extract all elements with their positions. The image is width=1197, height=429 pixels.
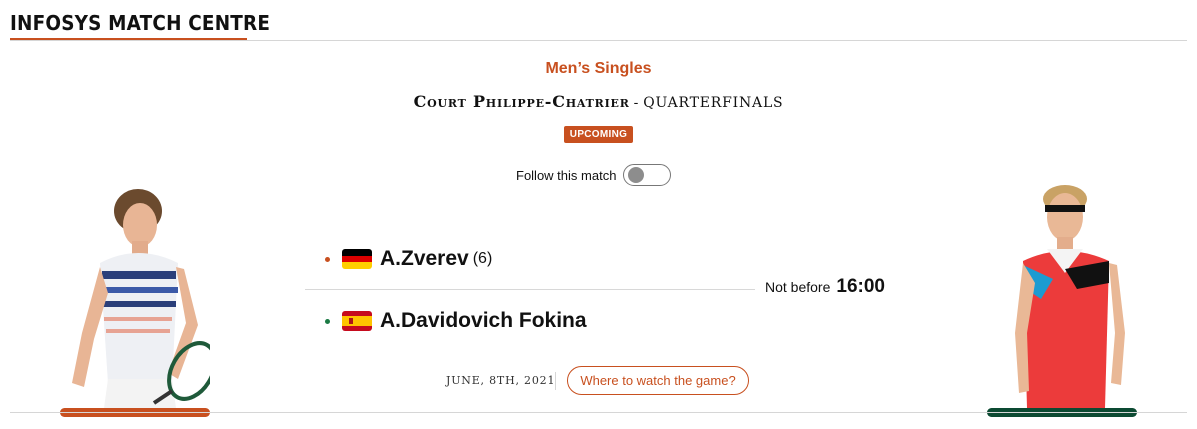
player-2-dot	[325, 318, 330, 324]
player-silhouette-icon	[1015, 185, 1125, 408]
court-round-line: Court Philippe-Chatrier - QUARTERFINALS	[0, 92, 1197, 111]
player-row-1[interactable]: A.Zverev (6)	[325, 246, 492, 272]
player-1-seed: (6)	[472, 250, 493, 267]
player-1-name[interactable]: A.Zverev	[380, 247, 469, 271]
court-name: Court Philippe-Chatrier	[413, 92, 630, 111]
match-category: Men’s Singles	[545, 60, 652, 77]
match-time: Not before 16:00	[765, 276, 885, 298]
match-date: JUNE, 8TH, 2021	[446, 374, 556, 387]
player-1-dot	[325, 256, 330, 262]
court-separator: -	[633, 95, 640, 111]
header-divider	[10, 40, 1187, 41]
status-badge-wrap: UPCOMING	[0, 124, 1197, 143]
match-round: QUARTERFINALS	[643, 95, 784, 111]
player-silhouette-icon	[72, 189, 217, 408]
spain-flag-icon	[342, 311, 372, 331]
where-to-watch-button[interactable]: Where to watch the game?	[567, 366, 749, 395]
time-label: Not before	[765, 279, 831, 295]
toggle-knob	[628, 167, 645, 183]
follow-toggle[interactable]	[623, 164, 672, 186]
date-separator	[555, 372, 556, 390]
follow-label: Follow this match	[516, 167, 617, 183]
page-title: INFOSYS MATCH CENTRE	[10, 11, 271, 35]
players-divider	[305, 289, 755, 290]
player-photo-davidovich-fokina	[987, 183, 1137, 408]
follow-match: Follow this match	[516, 164, 672, 186]
status-badge: UPCOMING	[563, 126, 634, 143]
bottom-divider	[10, 412, 1187, 413]
player-photo-zverev	[60, 183, 217, 408]
time-value: 16:00	[836, 276, 885, 297]
player-2-name[interactable]: A.Davidovich Fokina	[380, 309, 587, 333]
player-row-2[interactable]: A.Davidovich Fokina	[325, 308, 587, 334]
germany-flag-icon	[342, 249, 372, 269]
